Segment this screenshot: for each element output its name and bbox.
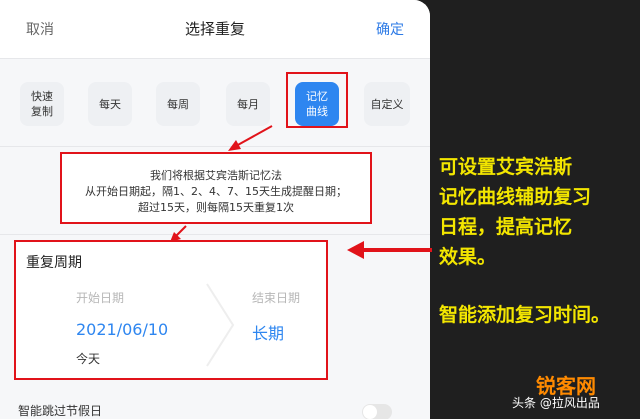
option-label: 每月	[237, 97, 259, 111]
confirm-button[interactable]: 确定	[376, 19, 404, 39]
note-line: 超过15天，则每隔15天重复1次	[138, 201, 294, 214]
annotation-callout: 可设置艾宾浩斯 记忆曲线辅助复习 日程，提高记忆 效果。 智能添加复习时间。	[439, 152, 639, 330]
callout-line: 日程，提高记忆	[439, 216, 573, 238]
option-daily[interactable]: 每天	[88, 82, 132, 126]
highlight-box-option	[286, 72, 348, 128]
callout-line: 可设置艾宾浩斯	[439, 156, 573, 178]
chevron-right-icon	[206, 283, 235, 367]
section-title: 重复周期	[26, 255, 82, 271]
start-date-sub: 今天	[76, 352, 101, 366]
skip-holidays-label: 智能跳过节假日	[18, 404, 103, 418]
option-label: 每天	[99, 97, 121, 111]
option-weekly[interactable]: 每周	[156, 82, 200, 126]
option-label: 自定义	[370, 97, 404, 111]
skip-holidays-toggle[interactable]	[362, 404, 392, 419]
option-label: 复制	[31, 105, 53, 118]
memory-curve-note: 我们将根据艾宾浩斯记忆法 从开始日期起，隔1、2、4、7、15天生成提醒日期； …	[60, 152, 372, 224]
start-date-label: 开始日期	[76, 291, 125, 305]
option-monthly[interactable]: 每月	[226, 82, 270, 126]
watermark-source: 头条 @拉风出品	[512, 396, 600, 410]
start-date-value[interactable]: 2021/06/10	[76, 320, 168, 339]
option-custom[interactable]: 自定义	[364, 82, 410, 126]
end-date-label: 结束日期	[252, 291, 301, 305]
dialog-title: 选择重复	[184, 20, 245, 38]
callout-line: 记忆曲线辅助复习	[439, 186, 592, 208]
callout-line: 效果。	[439, 246, 497, 268]
dialog-header: 取消 选择重复 确定	[0, 0, 430, 58]
divider	[0, 146, 430, 147]
repeat-period-section: 重复周期 开始日期 2021/06/10 今天 结束日期 长期	[14, 240, 328, 380]
repeat-options: 快速 复制 每天 每周 每月 记忆 曲线 自定义	[0, 66, 430, 144]
divider	[0, 234, 430, 235]
divider	[0, 58, 430, 59]
note-line: 从开始日期起，隔1、2、4、7、15天生成提醒日期；	[85, 185, 347, 198]
end-date-value[interactable]: 长期	[252, 320, 284, 344]
option-label: 快速	[31, 90, 53, 103]
option-quick-copy[interactable]: 快速 复制	[20, 82, 64, 126]
phone-screen: 取消 选择重复 确定 快速 复制 每天 每周 每月 记忆 曲线 自定义 我们将根据艾…	[0, 0, 430, 419]
note-line: 我们将根据艾宾浩斯记忆法	[150, 169, 282, 182]
option-label: 每周	[167, 97, 189, 111]
callout-line: 智能添加复习时间。	[439, 304, 611, 326]
